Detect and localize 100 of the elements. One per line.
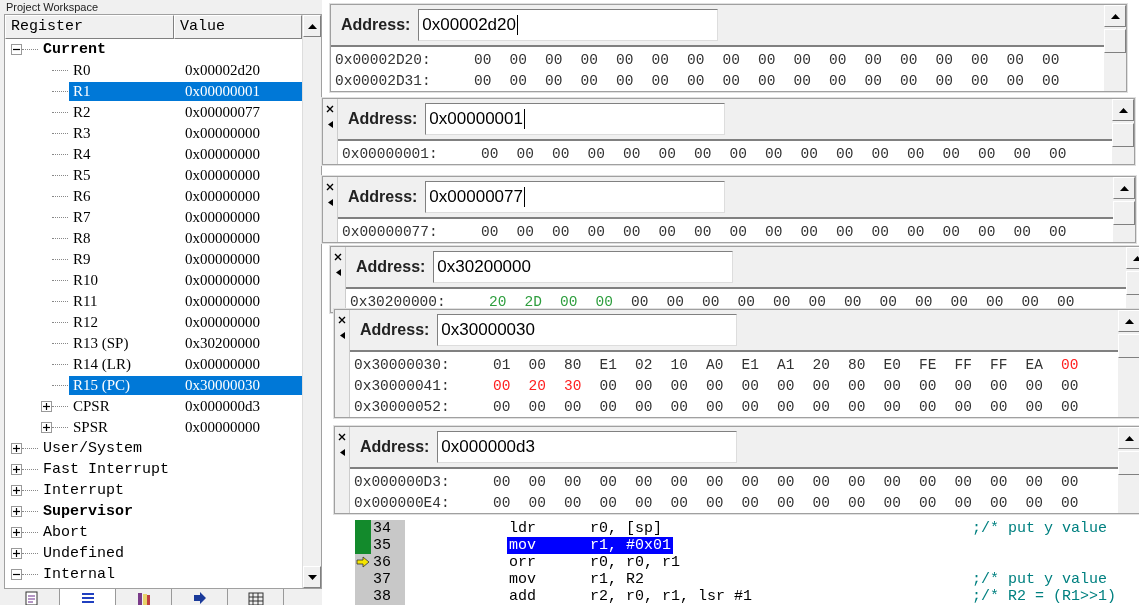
expand-toggle[interactable] — [11, 548, 22, 559]
expand-toggle[interactable] — [11, 569, 22, 580]
register-row[interactable]: R12 0x00000000 — [69, 313, 302, 332]
scroll-up-button[interactable] — [1104, 5, 1126, 27]
memory-byte: 00 — [666, 293, 685, 310]
expand-toggle[interactable] — [11, 527, 22, 538]
memory-byte: 02 — [635, 356, 654, 373]
close-icon[interactable] — [326, 183, 334, 191]
address-field[interactable]: 0x00002d20 — [418, 9, 719, 41]
memory-byte: 00 — [702, 293, 721, 310]
register-row[interactable]: R11 0x00000000 — [69, 292, 302, 311]
close-icon[interactable] — [338, 433, 346, 441]
address-field[interactable]: 0x30200000 — [433, 251, 734, 283]
scroll-thumb[interactable] — [1113, 201, 1135, 225]
register-row[interactable]: Undefined — [39, 544, 302, 563]
register-value: 0x00000000 — [185, 167, 260, 184]
close-icon[interactable] — [326, 105, 334, 113]
scroll-up-button[interactable] — [1113, 177, 1135, 199]
register-row[interactable]: R9 0x00000000 — [69, 250, 302, 269]
memory-byte: 00 — [829, 72, 848, 89]
address-field[interactable]: 0x00000001 — [425, 103, 726, 135]
arrow-left-icon[interactable] — [327, 121, 333, 128]
scroll-thumb[interactable] — [1118, 451, 1139, 475]
register-row[interactable]: User/System — [39, 439, 302, 458]
register-row[interactable]: Current — [39, 40, 302, 59]
memory-byte: 00 — [1025, 377, 1044, 394]
register-row[interactable]: R2 0x00000077 — [69, 103, 302, 122]
memory-byte: 00 — [651, 51, 670, 68]
memory-byte: 00 — [587, 145, 606, 162]
scroll-up-button[interactable] — [303, 15, 321, 37]
expand-toggle[interactable] — [11, 443, 22, 454]
memory-byte: 00 — [706, 494, 725, 511]
memory-byte: E1 — [741, 356, 760, 373]
close-icon[interactable] — [334, 253, 342, 261]
scroll-thumb[interactable] — [1112, 123, 1134, 147]
register-row[interactable]: R15 (PC) 0x30000030 — [69, 376, 302, 395]
memory-byte: 00 — [808, 293, 827, 310]
close-icon[interactable] — [338, 316, 346, 324]
memory-byte: 00 — [1061, 377, 1080, 394]
register-row[interactable]: R8 0x00000000 — [69, 229, 302, 248]
register-row[interactable]: R6 0x00000000 — [69, 187, 302, 206]
memory-byte: 00 — [729, 145, 748, 162]
arrow-left-icon[interactable] — [339, 332, 345, 339]
memory-byte: 00 — [635, 377, 654, 394]
arrow-down-icon — [307, 574, 317, 580]
scroll-up-button[interactable] — [1118, 427, 1139, 449]
scroll-down-button[interactable] — [303, 566, 321, 588]
address-field[interactable]: 0x000000d3 — [437, 431, 738, 463]
memory-byte: 00 — [935, 51, 954, 68]
register-row[interactable]: R14 (LR) 0x00000000 — [69, 355, 302, 374]
register-row[interactable]: CPSR 0x000000d3 — [69, 397, 302, 416]
arrow-left-icon[interactable] — [335, 269, 341, 276]
arrow-up-icon — [1124, 318, 1134, 324]
register-row[interactable]: R1 0x00000001 — [69, 82, 302, 101]
scroll-thumb[interactable] — [1104, 29, 1126, 53]
register-row[interactable]: R13 (SP) 0x30200000 — [69, 334, 302, 353]
register-name: Abort — [43, 524, 89, 541]
memory-byte: 00 — [722, 51, 741, 68]
memory-byte: 00 — [978, 145, 997, 162]
address-field[interactable]: 0x00000077 — [425, 181, 726, 213]
memory-byte: 00 — [954, 473, 973, 490]
scroll-up-button[interactable] — [1118, 310, 1139, 332]
memory-byte: 00 — [1025, 494, 1044, 511]
expand-toggle[interactable] — [41, 422, 52, 433]
memory-byte: 00 — [560, 293, 579, 310]
arrow-left-icon[interactable] — [339, 449, 345, 456]
register-row[interactable]: R5 0x00000000 — [69, 166, 302, 185]
register-row[interactable]: R4 0x00000000 — [69, 145, 302, 164]
memory-byte: FF — [990, 356, 1009, 373]
expand-toggle[interactable] — [11, 464, 22, 475]
list-icon — [79, 591, 96, 605]
arrow-up-icon — [1118, 107, 1128, 113]
expand-toggle[interactable] — [11, 485, 22, 496]
register-row[interactable]: Fast Interrupt — [39, 460, 302, 479]
memory-byte: 00 — [616, 51, 635, 68]
register-row[interactable]: Abort — [39, 523, 302, 542]
column-header[interactable]: Register — [5, 15, 174, 39]
workspace-tab[interactable] — [60, 589, 116, 605]
register-row[interactable]: R7 0x00000000 — [69, 208, 302, 227]
memory-address: 0x00000001: — [342, 145, 439, 162]
memory-byte: 00 — [1061, 398, 1080, 415]
arrow-left-icon[interactable] — [327, 199, 333, 206]
register-row[interactable]: Internal — [39, 565, 302, 584]
expand-toggle[interactable] — [41, 401, 52, 412]
register-row[interactable]: SPSR 0x00000000 — [69, 418, 302, 437]
scroll-up-button[interactable] — [1112, 99, 1134, 121]
register-name: R10 — [73, 272, 99, 289]
register-row[interactable]: R3 0x00000000 — [69, 124, 302, 143]
register-row[interactable]: R0 0x00002d20 — [69, 61, 302, 80]
address-field[interactable]: 0x30000030 — [437, 314, 738, 346]
register-row[interactable]: Interrupt — [39, 481, 302, 500]
register-row[interactable]: Supervisor — [39, 502, 302, 521]
register-row[interactable]: R10 0x00000000 — [69, 271, 302, 290]
register-name: SPSR — [73, 419, 110, 436]
expand-toggle[interactable] — [11, 44, 22, 55]
register-name: Interrupt — [43, 482, 125, 499]
expand-toggle[interactable] — [11, 506, 22, 517]
memory-byte: 00 — [954, 377, 973, 394]
column-header[interactable]: Value — [174, 15, 302, 39]
scroll-thumb[interactable] — [1118, 334, 1139, 358]
